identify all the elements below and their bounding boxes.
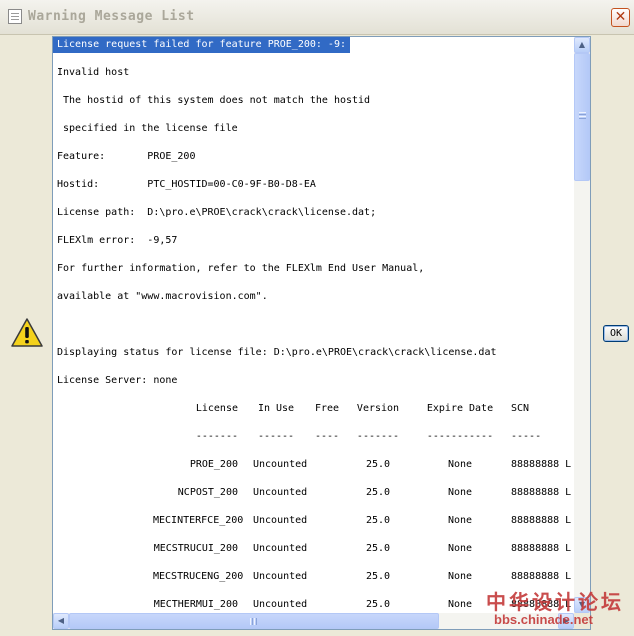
title-bar[interactable]: Warning Message List ✕ (0, 0, 634, 35)
table-separator-cell: ---- (314, 431, 340, 442)
table-header-cell: Version (356, 403, 400, 414)
table-cell: MECSTRUCENG_200 (153, 571, 244, 582)
message-line: available at "www.macrovision.com". (57, 291, 268, 302)
table-cell: Uncounted (253, 599, 308, 610)
table-cell: 25.0 (365, 571, 391, 582)
table-cell: 25.0 (365, 599, 391, 610)
warning-icon (11, 318, 43, 347)
vertical-scrollbar[interactable]: ▲ ▼ (574, 37, 590, 613)
table-cell: MECSTRUCUI_200 (153, 543, 238, 554)
message-line: FLEXlm error: -9,57 (57, 235, 178, 246)
thumb-grip (579, 112, 586, 113)
ok-button[interactable]: OK (603, 325, 629, 342)
table-header-cell: Free (314, 403, 340, 414)
table-cell: Uncounted (253, 459, 308, 470)
table-cell (305, 569, 349, 585)
table-cell: 88888888 L (511, 487, 572, 498)
close-button[interactable]: ✕ (611, 8, 630, 27)
table-separator-cell: ------ (257, 431, 295, 442)
table-cell: PROE_200 (189, 459, 238, 470)
message-line: The hostid of this system does not match… (57, 95, 371, 106)
table-header-cell: SCN (511, 403, 530, 414)
table-cell: 88888888 L (511, 459, 572, 470)
message-text-area[interactable]: License request failed for feature PROE_… (53, 37, 574, 613)
message-line: License path: D:\pro.e\PROE\crack\crack\… (57, 207, 377, 218)
table-cell (305, 457, 349, 473)
window-title: Warning Message List (28, 9, 195, 24)
message-line: License Server: none (57, 375, 178, 386)
table-cell: Uncounted (253, 571, 308, 582)
horizontal-scroll-thumb[interactable] (69, 613, 439, 629)
table-cell: None (447, 543, 473, 554)
scroll-up-button[interactable]: ▲ (574, 37, 590, 53)
scroll-left-button[interactable]: ◀ (53, 613, 69, 629)
table-cell: None (447, 571, 473, 582)
table-header-cell: License (195, 403, 238, 414)
table-cell: Uncounted (253, 543, 308, 554)
table-cell (305, 513, 349, 529)
vertical-scroll-thumb[interactable] (574, 53, 590, 181)
message-line: Invalid host (57, 67, 130, 78)
table-cell: Uncounted (253, 515, 308, 526)
table-separator-cell: ------- (356, 431, 400, 442)
watermark-url: bbs.chinade.net (494, 612, 593, 627)
message-line: Displaying status for license file: D:\p… (57, 347, 497, 358)
table-cell: Uncounted (253, 487, 308, 498)
table-cell: 88888888 L (511, 543, 572, 554)
message-line: Feature: PROE_200 (57, 151, 196, 162)
table-cell (305, 541, 349, 557)
table-cell (305, 485, 349, 501)
message-line: specified in the license file (57, 123, 238, 134)
table-cell: None (447, 487, 473, 498)
table-cell (305, 597, 349, 613)
window-app-icon (8, 9, 22, 24)
table-cell: MECTHERMUI_200 (153, 599, 238, 610)
site-watermark: 中华设计论坛 bbs.chinade.net (486, 586, 632, 634)
table-cell: 25.0 (365, 459, 391, 470)
table-cell: 25.0 (365, 543, 391, 554)
selected-message-line[interactable]: License request failed for feature PROE_… (53, 37, 350, 53)
table-separator-cell: ----- (511, 431, 542, 442)
table-cell: None (447, 459, 473, 470)
table-header-cell: Expire Date (426, 403, 494, 414)
thumb-grip (250, 618, 251, 625)
message-list-panel[interactable]: License request failed for feature PROE_… (52, 36, 591, 630)
table-separator-cell: ----------- (426, 431, 494, 442)
table-header-cell: In Use (257, 403, 295, 414)
table-cell: 25.0 (365, 487, 391, 498)
close-icon: ✕ (614, 9, 627, 25)
watermark-chinese-text: 中华设计论坛 (486, 590, 624, 614)
table-cell: 88888888 L (511, 571, 572, 582)
table-cell: 88888888 L (511, 515, 572, 526)
table-cell: None (447, 515, 473, 526)
warning-message-list-window: Warning Message List ✕ License request f… (0, 0, 634, 636)
message-line: For further information, refer to the FL… (57, 263, 425, 274)
table-cell: NCPOST_200 (177, 487, 238, 498)
table-cell: 25.0 (365, 515, 391, 526)
table-cell: MECINTERFCE_200 (153, 515, 244, 526)
message-line: Hostid: PTC_HOSTID=00-C0-9F-B0-D8-EA (57, 179, 316, 190)
table-separator-cell: ------- (195, 431, 238, 442)
